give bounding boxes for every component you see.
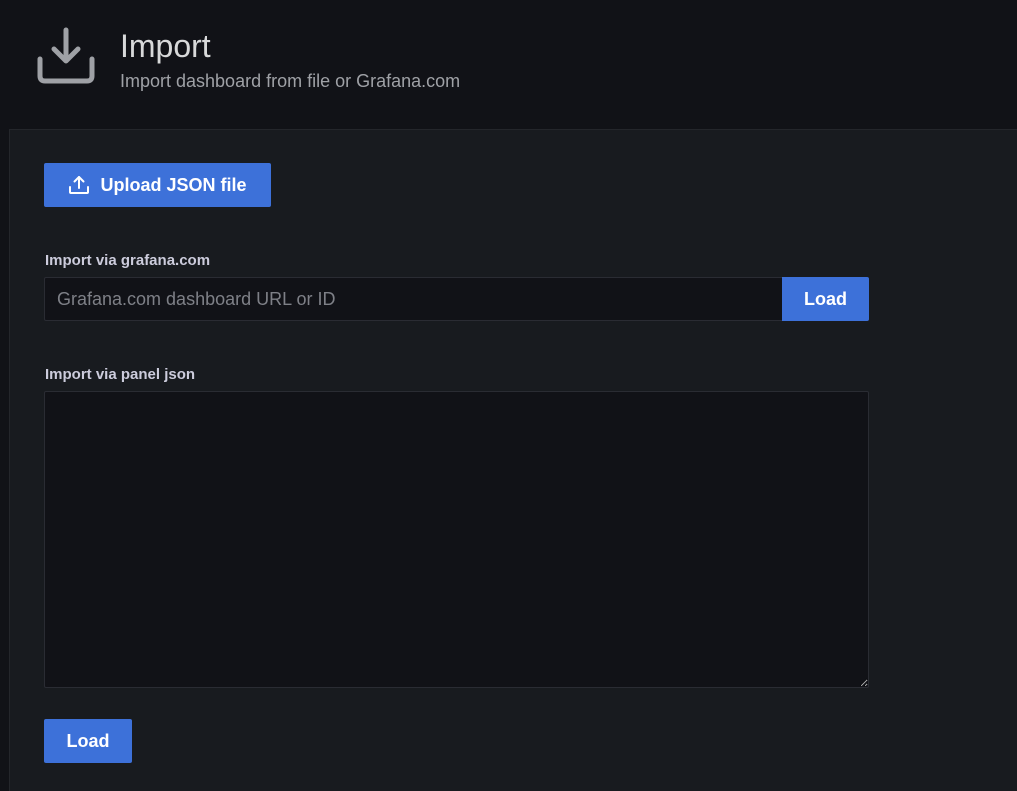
load-grafana-button[interactable]: Load: [782, 277, 869, 321]
upload-json-button-label: Upload JSON file: [100, 174, 247, 195]
panel-json-textarea[interactable]: [44, 391, 869, 688]
import-content-panel: Upload JSON file Import via grafana.com …: [9, 129, 1017, 791]
upload-json-button[interactable]: Upload JSON file: [44, 163, 271, 207]
import-download-icon: [37, 27, 95, 84]
load-json-button[interactable]: Load: [44, 719, 132, 763]
page-title: Import: [120, 28, 211, 64]
panel-json-label: Import via panel json: [45, 366, 196, 383]
grafana-url-input[interactable]: [44, 277, 783, 321]
page-subtitle: Import dashboard from file or Grafana.co…: [120, 71, 461, 91]
page-header: Import Import dashboard from file or Gra…: [0, 0, 1017, 129]
upload-icon: [69, 176, 90, 194]
grafana-import-label: Import via grafana.com: [45, 252, 211, 269]
